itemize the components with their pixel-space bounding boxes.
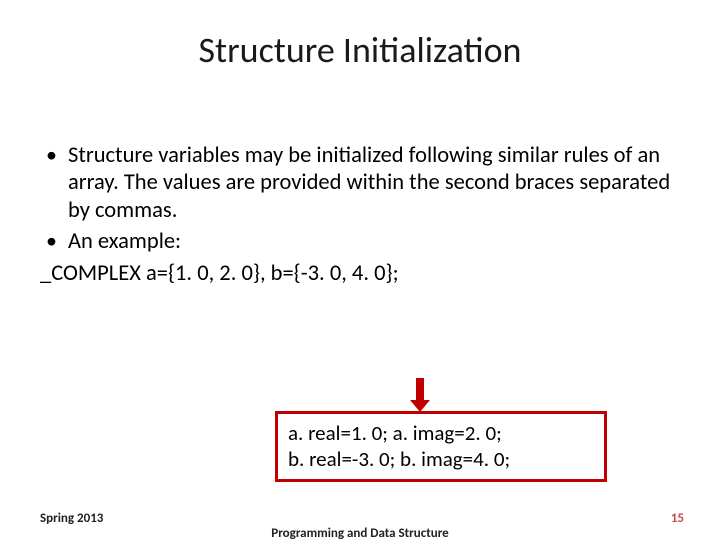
box-line: b. real=-3. 0; b. imag=4. 0; [288,446,594,472]
bullet-text: Structure variables may be initialized f… [68,142,670,224]
bullet-list: Structure variables may be initialized f… [40,142,680,256]
slide-title: Structure Initialization [40,28,680,72]
bullet-text: An example: [68,228,181,255]
box-line: a. real=1. 0; a. imag=2. 0; [288,420,594,446]
code-line: _COMPLEX a={1. 0, 2. 0}, b={-3. 0, 4. 0}… [40,260,680,287]
slide-body: Structure variables may be initialized f… [40,142,680,287]
arrow-body [416,378,424,402]
footer-page-number: 15 [671,511,684,526]
bullet-item: An example: [40,228,680,255]
callout-box: a. real=1. 0; a. imag=2. 0; b. real=-3. … [275,411,607,482]
arrow-down-icon [410,378,430,412]
footer-center: Programming and Data Structure [0,526,720,541]
slide: Structure Initialization Structure varia… [0,0,720,540]
bullet-item: Structure variables may be initialized f… [40,142,680,224]
footer-left: Spring 2013 [40,511,103,526]
